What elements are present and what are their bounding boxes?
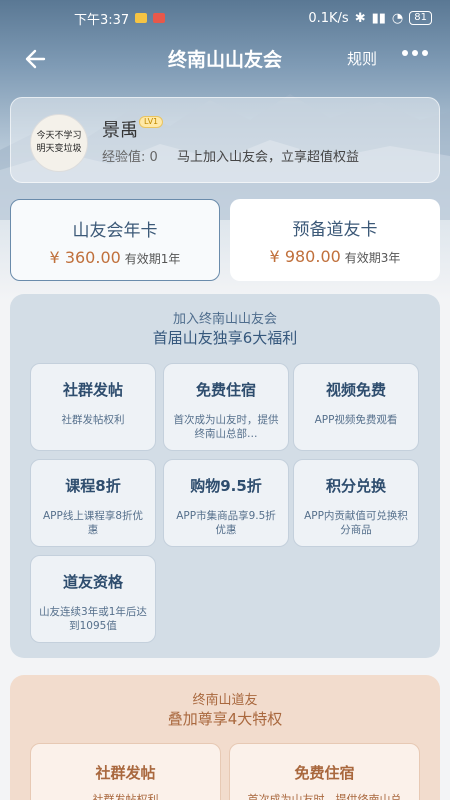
page-title: 终南山山友会 bbox=[167, 48, 282, 71]
plan-price-row: ¥ 980.00 有效期3年 bbox=[230, 247, 440, 266]
user-name: 景禹 bbox=[102, 120, 138, 141]
plan-price-row: ¥ 360.00 有效期1年 bbox=[11, 248, 219, 267]
battery-icon: 81 bbox=[409, 11, 432, 25]
plan-period: 有效期1年 bbox=[124, 252, 181, 266]
benefit-desc: 首次成为山友时，提供终南山总 bbox=[247, 793, 402, 800]
benefits-panel: 加入终南山山友会 首届山友独享6大福利 社群发帖 社群发帖权利 免费住宿 首次成… bbox=[10, 294, 440, 658]
plan-card-reserve[interactable]: 预备道友卡 ¥ 980.00 有效期3年 bbox=[230, 199, 440, 281]
benefit-desc: 首次成为山友时，提供终南山总部… bbox=[173, 414, 279, 440]
bluetooth-icon: ✱ bbox=[354, 10, 366, 26]
benefit-card[interactable]: 积分兑换 APP内贡献值可兑换积分商品 bbox=[293, 459, 419, 547]
benefit-title: 免费住宿 bbox=[195, 381, 256, 399]
message-notification-icon bbox=[135, 13, 148, 23]
experience-value: 经验值: 0 bbox=[102, 150, 158, 165]
app-notification-icon bbox=[153, 13, 166, 23]
benefit-card[interactable]: 购物9.5折 APP市集商品享9.5折优惠 bbox=[163, 459, 289, 547]
network-speed: 0.1K/s bbox=[308, 10, 349, 26]
benefit-title: 积分兑换 bbox=[325, 477, 386, 495]
benefit-title: 视频免费 bbox=[325, 381, 386, 399]
benefit-title: 道友资格 bbox=[62, 573, 123, 591]
plan-price: ¥ 360.00 bbox=[49, 248, 121, 267]
wifi-icon: ◔ bbox=[391, 10, 404, 26]
premium-title: 叠加尊享4大特权 bbox=[167, 710, 283, 728]
user-card: 今天不学习 明天变垃圾 景禹 经验值: 0 马上加入山友会，立享超值权益 bbox=[10, 97, 440, 183]
more-options-icon[interactable] bbox=[402, 50, 428, 56]
benefit-desc: 社群发帖权利 bbox=[61, 414, 125, 426]
signal-icon: ▮▮ bbox=[371, 10, 386, 26]
premium-benefit-card[interactable]: 免费住宿 首次成为山友时，提供终南山总 bbox=[229, 743, 420, 800]
back-arrow-icon[interactable] bbox=[18, 44, 48, 74]
plan-card-annual[interactable]: 山友会年卡 ¥ 360.00 有效期1年 bbox=[10, 199, 220, 281]
premium-subtitle: 终南山道友 bbox=[192, 693, 258, 708]
benefit-title: 购物9.5折 bbox=[190, 477, 262, 495]
benefit-card[interactable]: 课程8折 APP线上课程享8折优惠 bbox=[30, 459, 156, 547]
plan-name: 预备道友卡 bbox=[292, 220, 378, 240]
benefit-desc: APP市集商品享9.5折优惠 bbox=[176, 510, 276, 536]
benefit-card[interactable]: 道友资格 山友连续3年或1年后达到1095值 bbox=[30, 555, 156, 643]
plan-period: 有效期3年 bbox=[344, 251, 401, 265]
premium-panel: 终南山道友 叠加尊享4大特权 社群发帖 社群发帖权利 免费住宿 首次成为山友时，… bbox=[10, 675, 440, 800]
premium-benefit-card[interactable]: 社群发帖 社群发帖权利 bbox=[30, 743, 221, 800]
benefit-title: 免费住宿 bbox=[294, 764, 355, 782]
nav-bar: 终南山山友会 规则 bbox=[0, 38, 450, 78]
status-time: 下午3:37 bbox=[74, 12, 130, 28]
level-badge: LV1 bbox=[139, 116, 164, 128]
join-prompt: 马上加入山友会，立享超值权益 bbox=[177, 150, 360, 165]
avatar[interactable]: 今天不学习 明天变垃圾 bbox=[30, 114, 88, 172]
benefit-desc: 社群发帖权利 bbox=[92, 793, 159, 800]
benefit-desc: APP线上课程享8折优惠 bbox=[42, 510, 144, 536]
plan-price: ¥ 980.00 bbox=[269, 247, 341, 266]
plan-name: 山友会年卡 bbox=[72, 221, 158, 241]
benefit-desc: APP视频免费观看 bbox=[314, 414, 398, 426]
benefit-card[interactable]: 免费住宿 首次成为山友时，提供终南山总部… bbox=[163, 363, 289, 451]
benefit-card[interactable]: 社群发帖 社群发帖权利 bbox=[30, 363, 156, 451]
benefits-title: 首届山友独享6大福利 bbox=[152, 329, 298, 347]
benefits-subtitle: 加入终南山山友会 bbox=[172, 312, 277, 327]
rules-link[interactable]: 规则 bbox=[347, 48, 377, 69]
avatar-text-line: 今天不学习 bbox=[36, 131, 82, 141]
benefit-title: 课程8折 bbox=[65, 477, 121, 495]
benefit-card[interactable]: 视频免费 APP视频免费观看 bbox=[293, 363, 419, 451]
benefit-title: 社群发帖 bbox=[62, 381, 123, 399]
benefit-desc: 山友连续3年或1年后达到1095值 bbox=[39, 606, 147, 632]
benefit-desc: APP内贡献值可兑换积分商品 bbox=[304, 510, 408, 536]
status-bar: 下午3:37 0.1K/s ✱ ▮▮ ◔ 81 bbox=[0, 0, 450, 36]
benefit-title: 社群发帖 bbox=[95, 764, 156, 782]
avatar-text-line: 明天变垃圾 bbox=[36, 144, 82, 154]
